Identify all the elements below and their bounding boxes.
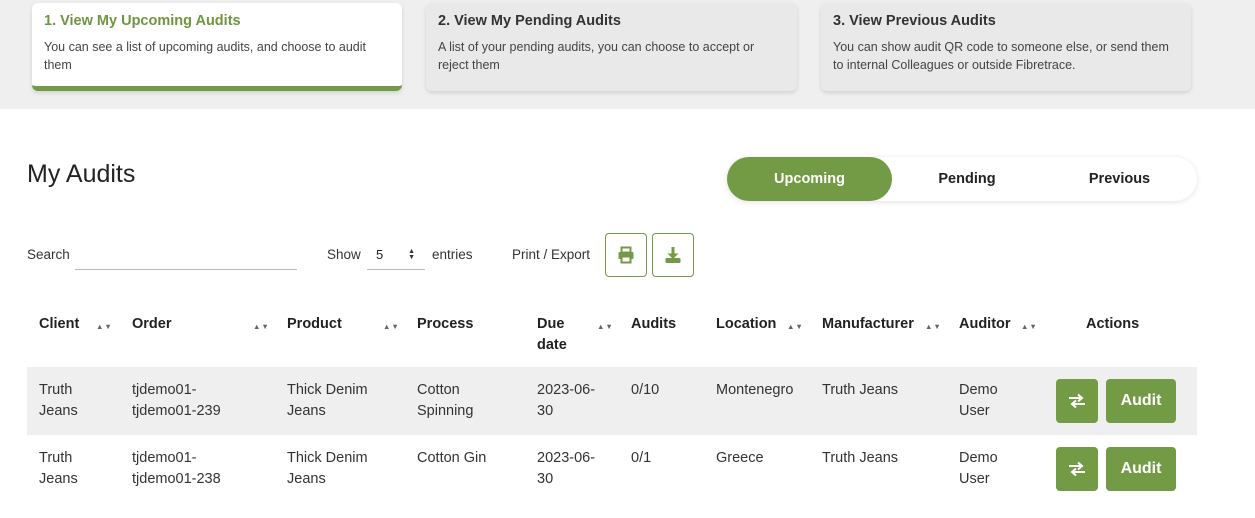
entries-select-value: 5 xyxy=(376,247,384,262)
step-description: A list of your pending audits, you can c… xyxy=(438,40,755,72)
tab-upcoming[interactable]: Upcoming xyxy=(727,157,892,201)
cell-process: Cotton Spinning xyxy=(417,382,474,419)
table-row: Truth Jeans tjdemo01-tjdemo01-239 Thick … xyxy=(27,367,1197,435)
cell-location: Greece xyxy=(716,450,764,466)
step-card-pending[interactable]: 2. View My Pending Audits A list of your… xyxy=(426,3,797,91)
reassign-button[interactable] xyxy=(1056,447,1098,491)
select-arrows-icon: ▲ ▼ xyxy=(408,248,415,261)
search-label: Search xyxy=(27,247,70,262)
sort-icon[interactable]: ▲▼ xyxy=(787,322,804,331)
cell-product: Thick Denim Jeans xyxy=(287,382,368,419)
column-header-due-date[interactable]: Due date xyxy=(537,314,587,356)
print-export-label: Print / Export xyxy=(512,247,591,262)
search-input[interactable] xyxy=(75,240,297,270)
column-header-process: Process xyxy=(417,316,474,332)
column-header-product[interactable]: Product xyxy=(287,314,342,335)
step-card-upcoming[interactable]: 1. View My Upcoming Audits You can see a… xyxy=(32,3,402,91)
sort-icon[interactable]: ▲▼ xyxy=(383,322,400,331)
tab-pending[interactable]: Pending xyxy=(892,157,1042,201)
cell-manufacturer: Truth Jeans xyxy=(822,450,899,466)
cell-location: Montenegro xyxy=(716,382,794,398)
step-title: 1. View My Upcoming Audits xyxy=(44,13,241,29)
reassign-button[interactable] xyxy=(1056,379,1098,423)
column-header-location[interactable]: Location xyxy=(716,314,776,335)
cell-order: tjdemo01-tjdemo01-239 xyxy=(132,382,221,419)
step-title: 2. View My Pending Audits xyxy=(438,13,621,29)
cell-manufacturer: Truth Jeans xyxy=(822,382,899,398)
download-button[interactable] xyxy=(652,233,694,277)
cell-client: Truth Jeans xyxy=(39,450,78,487)
sort-icon[interactable]: ▲▼ xyxy=(597,322,614,331)
step-card-previous[interactable]: 3. View Previous Audits You can show aud… xyxy=(821,3,1191,91)
column-header-order[interactable]: Order xyxy=(132,314,172,335)
sort-icon[interactable]: ▲▼ xyxy=(1021,322,1038,331)
audit-button[interactable]: Audit xyxy=(1106,447,1176,491)
step-title: 3. View Previous Audits xyxy=(833,13,996,29)
entries-select[interactable]: 5 ▲ ▼ xyxy=(367,240,425,270)
cell-due-date: 2023-06-30 xyxy=(537,450,596,487)
cell-audits: 0/10 xyxy=(631,382,660,398)
sort-icon[interactable]: ▲▼ xyxy=(253,322,270,331)
step-description: You can show audit QR code to someone el… xyxy=(833,40,1169,72)
sort-icon[interactable]: ▲▼ xyxy=(96,322,113,331)
cell-audits: 0/1 xyxy=(631,450,652,466)
audit-button[interactable]: Audit xyxy=(1106,379,1176,423)
swap-arrows-icon xyxy=(1069,461,1085,477)
swap-arrows-icon xyxy=(1069,393,1085,409)
cell-auditor: Demo User xyxy=(959,382,998,419)
page-title: My Audits xyxy=(27,160,136,188)
cell-order: tjdemo01-tjdemo01-238 xyxy=(132,450,221,487)
table-row: Truth Jeans tjdemo01-tjdemo01-238 Thick … xyxy=(27,435,1197,503)
audit-tabs: Upcoming Pending Previous xyxy=(727,157,1197,201)
cell-client: Truth Jeans xyxy=(39,382,78,419)
printer-icon xyxy=(618,246,634,264)
entries-label: entries xyxy=(432,247,473,262)
cell-due-date: 2023-06-30 xyxy=(537,382,596,419)
cell-auditor: Demo User xyxy=(959,450,998,487)
steps-bar: 1. View My Upcoming Audits You can see a… xyxy=(0,0,1255,109)
column-header-audits: Audits xyxy=(631,316,677,332)
step-description: You can see a list of upcoming audits, a… xyxy=(44,40,366,72)
cell-process: Cotton Gin xyxy=(417,450,487,466)
sort-icon[interactable]: ▲▼ xyxy=(925,322,942,331)
column-header-auditor[interactable]: Auditor xyxy=(959,314,1011,335)
download-icon xyxy=(665,247,681,263)
show-label: Show xyxy=(327,247,361,262)
cell-product: Thick Denim Jeans xyxy=(287,450,368,487)
print-button[interactable] xyxy=(605,233,647,277)
tab-previous[interactable]: Previous xyxy=(1042,157,1197,201)
column-header-actions: Actions xyxy=(1086,316,1140,332)
column-header-manufacturer[interactable]: Manufacturer xyxy=(822,314,914,335)
column-header-client[interactable]: Client xyxy=(39,314,79,335)
